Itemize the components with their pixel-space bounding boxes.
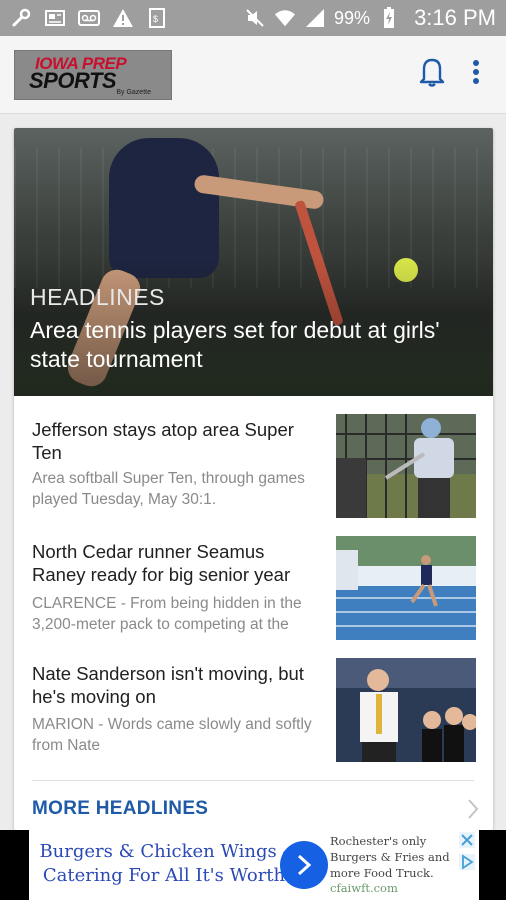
section-kicker: HEADLINES <box>30 284 165 310</box>
warning-icon <box>112 7 134 29</box>
divider <box>32 780 474 781</box>
story-summary: MARION - Words came slowly and softly fr… <box>32 716 312 754</box>
chevron-right-icon[interactable] <box>467 798 479 825</box>
phone-rate-icon: $ <box>146 7 168 29</box>
voicemail-icon <box>78 7 100 29</box>
more-headlines-link[interactable]: MORE HEADLINES <box>32 798 208 820</box>
story-item[interactable]: Nate Sanderson isn't moving, but he's mo… <box>14 658 493 768</box>
hero-story[interactable]: HEADLINES Area tennis players set for de… <box>14 128 493 396</box>
mute-icon <box>244 7 266 29</box>
ad-banner: Burgers & Chicken Wings - Catering For A… <box>0 830 506 900</box>
story-summary: Area softball Super Ten, through games p… <box>32 470 305 508</box>
chevron-right-icon <box>297 854 312 876</box>
signal-icon <box>304 7 326 29</box>
svg-text:$: $ <box>153 14 158 24</box>
story-title[interactable]: Nate Sanderson isn't moving, but he's mo… <box>32 662 322 708</box>
ad-url[interactable]: cfaiwft.com <box>330 881 398 895</box>
ad-go-button[interactable] <box>280 841 328 889</box>
ad-headline[interactable]: Burgers & Chicken Wings - Catering For A… <box>29 840 299 888</box>
bell-icon[interactable] <box>418 56 446 93</box>
story-title[interactable]: Jefferson stays atop area Super Ten <box>32 418 322 464</box>
more-vert-icon[interactable] <box>472 59 480 90</box>
wrench-icon <box>10 7 32 29</box>
battery-percent: 99% <box>334 7 371 28</box>
clock: 3:16 PM <box>414 5 496 30</box>
hero-title[interactable]: Area tennis players set for debut at gir… <box>30 316 470 374</box>
status-bar: $ 99% 3:16 PM <box>0 0 506 36</box>
story-title[interactable]: North Cedar runner Seamus Raney ready fo… <box>32 540 322 586</box>
ad-headline-line2: Catering For All It's Worth <box>42 865 286 886</box>
ad-content[interactable]: Burgers & Chicken Wings - Catering For A… <box>29 830 479 900</box>
story-thumbnail[interactable] <box>336 658 476 762</box>
logo-byline: By Gazette <box>116 88 151 96</box>
battery-charging-icon <box>378 7 400 29</box>
app-bar: IOWA PREP SPORTS By Gazette <box>0 36 506 114</box>
logo-text-main: SPORTS <box>29 67 117 93</box>
ad-choices-icon[interactable] <box>459 854 475 870</box>
ad-description: Rochester's only Burgers & Fries and mor… <box>330 834 450 880</box>
ad-headline-line1: Burgers & Chicken Wings - <box>39 841 289 862</box>
newspaper-icon <box>44 7 66 29</box>
headlines-card: HEADLINES Area tennis players set for de… <box>14 128 493 830</box>
story-summary: CLARENCE - From being hidden in the 3,20… <box>32 595 302 633</box>
story-thumbnail[interactable] <box>336 414 476 518</box>
close-icon[interactable] <box>459 832 475 848</box>
app-logo[interactable]: IOWA PREP SPORTS By Gazette <box>14 49 172 100</box>
story-item[interactable]: North Cedar runner Seamus Raney ready fo… <box>14 536 493 646</box>
wifi-icon <box>274 7 296 29</box>
story-item[interactable]: Jefferson stays atop area Super Ten Area… <box>14 414 493 524</box>
story-thumbnail[interactable] <box>336 536 476 640</box>
